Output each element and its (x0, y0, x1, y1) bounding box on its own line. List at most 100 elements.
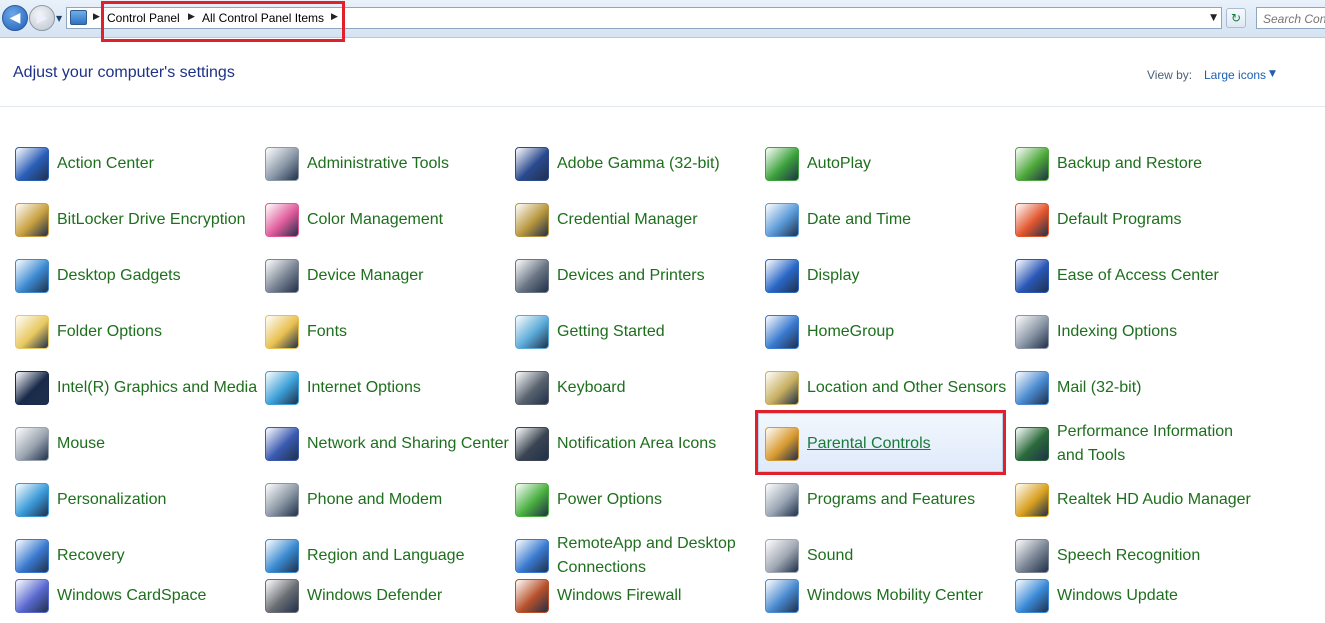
control-panel-item-label[interactable]: Programs and Features (807, 488, 975, 512)
control-panel-item-label[interactable]: Desktop Gadgets (57, 264, 181, 288)
control-panel-item-label[interactable]: Windows Mobility Center (807, 584, 983, 608)
windows-update-icon (1015, 579, 1049, 613)
forward-button[interactable]: ▶ (29, 5, 55, 31)
address-dropdown-icon[interactable]: ▼ (1210, 13, 1217, 23)
control-panel-item-label[interactable]: Mail (32-bit) (1057, 376, 1141, 400)
control-panel-item[interactable]: Power Options (515, 475, 760, 525)
control-panel-item-label[interactable]: Ease of Access Center (1057, 264, 1219, 288)
control-panel-item-label[interactable]: Parental Controls (807, 432, 931, 456)
control-panel-item-label[interactable]: Windows Defender (307, 584, 442, 608)
control-panel-item[interactable]: Device Manager (265, 251, 510, 301)
control-panel-item[interactable]: Windows Mobility Center (765, 571, 1010, 621)
control-panel-item-label[interactable]: Notification Area Icons (557, 432, 716, 456)
breadcrumb-chevron-icon[interactable]: ▶ (93, 12, 100, 22)
control-panel-item-label[interactable]: Recovery (57, 544, 125, 568)
control-panel-item-label[interactable]: Device Manager (307, 264, 424, 288)
control-panel-item-label[interactable]: Default Programs (1057, 208, 1182, 232)
chevron-down-icon[interactable]: ▼ (1269, 69, 1276, 79)
control-panel-item[interactable]: Fonts (265, 307, 510, 357)
control-panel-item-label[interactable]: Phone and Modem (307, 488, 442, 512)
control-panel-item[interactable]: Network and Sharing Center (265, 419, 510, 469)
control-panel-item[interactable]: Devices and Printers (515, 251, 760, 301)
control-panel-item[interactable]: Indexing Options (1015, 307, 1260, 357)
control-panel-item[interactable]: Default Programs (1015, 195, 1260, 245)
control-panel-item-label[interactable]: Adobe Gamma (32-bit) (557, 152, 720, 176)
control-panel-item-label[interactable]: Action Center (57, 152, 154, 176)
control-panel-item[interactable]: Adobe Gamma (32-bit) (515, 139, 760, 189)
control-panel-item[interactable]: Mouse (15, 419, 260, 469)
control-panel-item[interactable]: Location and Other Sensors (765, 363, 1010, 413)
control-panel-item[interactable]: Realtek HD Audio Manager (1015, 475, 1260, 525)
header-divider (0, 106, 1325, 107)
control-panel-item-label[interactable]: Performance Information and Tools (1057, 420, 1262, 468)
control-panel-item[interactable]: Administrative Tools (265, 139, 510, 189)
control-panel-item-label[interactable]: Location and Other Sensors (807, 376, 1006, 400)
control-panel-item-label[interactable]: BitLocker Drive Encryption (57, 208, 246, 232)
control-panel-item-label[interactable]: Administrative Tools (307, 152, 449, 176)
control-panel-item[interactable]: Keyboard (515, 363, 760, 413)
control-panel-item[interactable]: Desktop Gadgets (15, 251, 260, 301)
control-panel-item[interactable]: Parental Controls (765, 419, 1010, 469)
control-panel-item[interactable]: Programs and Features (765, 475, 1010, 525)
view-by-label: View by: (1147, 68, 1193, 82)
control-panel-item[interactable]: Credential Manager (515, 195, 760, 245)
control-panel-item[interactable]: Windows Update (1015, 571, 1260, 621)
control-panel-item[interactable]: Intel(R) Graphics and Media (15, 363, 260, 413)
control-panel-item[interactable]: Display (765, 251, 1010, 301)
control-panel-item-label[interactable]: Windows Update (1057, 584, 1178, 608)
view-by-dropdown[interactable]: Large icons (1204, 68, 1266, 82)
control-panel-item[interactable]: AutoPlay (765, 139, 1010, 189)
control-panel-item-label[interactable]: Devices and Printers (557, 264, 705, 288)
control-panel-item-label[interactable]: Network and Sharing Center (307, 432, 509, 456)
control-panel-item[interactable]: Action Center (15, 139, 260, 189)
control-panel-item[interactable]: Notification Area Icons (515, 419, 760, 469)
control-panel-item-label[interactable]: AutoPlay (807, 152, 871, 176)
control-panel-item[interactable]: BitLocker Drive Encryption (15, 195, 260, 245)
back-button[interactable]: ◀ (2, 5, 28, 31)
control-panel-item[interactable]: Performance Information and Tools (1015, 419, 1260, 469)
control-panel-item-label[interactable]: Power Options (557, 488, 662, 512)
control-panel-item[interactable]: Internet Options (265, 363, 510, 413)
control-panel-item[interactable]: Windows Defender (265, 571, 510, 621)
power-options-icon (515, 483, 549, 517)
control-panel-item[interactable]: Folder Options (15, 307, 260, 357)
refresh-button[interactable]: ↻ (1226, 8, 1246, 28)
control-panel-item-label[interactable]: Personalization (57, 488, 166, 512)
control-panel-item[interactable]: Mail (32-bit) (1015, 363, 1260, 413)
control-panel-item-label[interactable]: Color Management (307, 208, 443, 232)
control-panel-item-label[interactable]: HomeGroup (807, 320, 894, 344)
monitor-gamma-icon (515, 147, 549, 181)
control-panel-item-label[interactable]: Realtek HD Audio Manager (1057, 488, 1251, 512)
control-panel-item[interactable]: Color Management (265, 195, 510, 245)
control-panel-item-label[interactable]: Fonts (307, 320, 347, 344)
control-panel-item[interactable]: Getting Started (515, 307, 760, 357)
control-panel-item-label[interactable]: Mouse (57, 432, 105, 456)
control-panel-item-label[interactable]: Keyboard (557, 376, 626, 400)
control-panel-item-label[interactable]: Internet Options (307, 376, 421, 400)
search-box[interactable] (1256, 7, 1325, 29)
search-input[interactable] (1257, 9, 1325, 29)
control-panel-item-label[interactable]: Display (807, 264, 859, 288)
control-panel-item[interactable]: Backup and Restore (1015, 139, 1260, 189)
control-panel-item-label[interactable]: Getting Started (557, 320, 665, 344)
control-panel-item[interactable]: Windows CardSpace (15, 571, 260, 621)
control-panel-item-label[interactable]: Windows Firewall (557, 584, 681, 608)
history-dropdown-icon[interactable]: ▼ (56, 14, 62, 23)
control-panel-item[interactable]: Windows Firewall (515, 571, 760, 621)
control-panel-item-label[interactable]: Credential Manager (557, 208, 698, 232)
control-panel-item[interactable]: Personalization (15, 475, 260, 525)
control-panel-item-label[interactable]: Backup and Restore (1057, 152, 1202, 176)
control-panel-item-label[interactable]: Windows CardSpace (57, 584, 206, 608)
internet-options-icon (265, 371, 299, 405)
control-panel-item-label[interactable]: Intel(R) Graphics and Media (57, 376, 257, 400)
control-panel-item[interactable]: Date and Time (765, 195, 1010, 245)
control-panel-item-label[interactable]: Indexing Options (1057, 320, 1177, 344)
control-panel-item-label[interactable]: Folder Options (57, 320, 162, 344)
control-panel-item-label[interactable]: Date and Time (807, 208, 911, 232)
control-panel-item-label[interactable]: Region and Language (307, 544, 464, 568)
control-panel-item-label[interactable]: Sound (807, 544, 853, 568)
control-panel-item[interactable]: Ease of Access Center (1015, 251, 1260, 301)
control-panel-item-label[interactable]: Speech Recognition (1057, 544, 1200, 568)
control-panel-item[interactable]: HomeGroup (765, 307, 1010, 357)
control-panel-item[interactable]: Phone and Modem (265, 475, 510, 525)
